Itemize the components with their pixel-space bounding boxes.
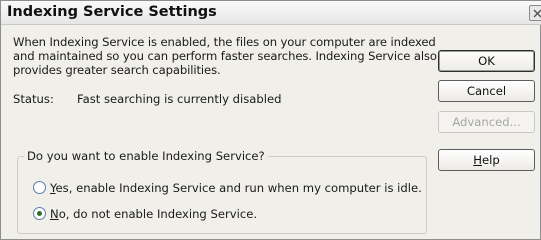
radio-no-icon[interactable] (33, 207, 46, 220)
radio-no-label: No, do not enable Indexing Service. (50, 207, 258, 221)
window-title: Indexing Service Settings (7, 4, 217, 20)
enable-indexing-groupbox (17, 156, 427, 234)
help-button[interactable]: Help (438, 149, 535, 171)
status-value: Fast searching is currently disabled (77, 92, 282, 106)
groupbox-title: Do you want to enable Indexing Service? (24, 149, 268, 163)
description-text: When Indexing Service is enabled, the fi… (13, 35, 437, 77)
advanced-button[interactable]: Advanced... (438, 111, 535, 133)
cancel-button[interactable]: Cancel (438, 80, 535, 102)
help-accelerator: H (473, 153, 482, 167)
close-button[interactable] (529, 5, 541, 21)
ok-button[interactable]: OK (438, 50, 535, 72)
indexing-service-dialog: Indexing Service Settings When Indexing … (0, 0, 541, 240)
status-label: Status: (13, 92, 54, 106)
title-bar[interactable]: Indexing Service Settings (1, 1, 541, 25)
radio-selected-dot (37, 211, 42, 216)
radio-yes-icon[interactable] (33, 181, 46, 194)
radio-yes-label: Yes, enable Indexing Service and run whe… (50, 181, 422, 195)
help-label: elp (482, 153, 500, 167)
